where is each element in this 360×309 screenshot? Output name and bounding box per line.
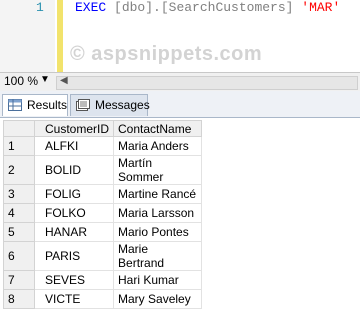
row-number[interactable]: 1	[3, 136, 35, 156]
cell-contactname[interactable]: Mary Saveley	[113, 289, 203, 309]
line-number-gutter: 1	[0, 0, 55, 72]
row-number[interactable]: 8	[3, 289, 35, 309]
table-row[interactable]: 7 SEVES Hari Kumar	[3, 270, 203, 290]
zoom-dropdown-icon[interactable]: ▼	[40, 74, 50, 85]
cell-contactname[interactable]: Maria Anders	[113, 136, 203, 156]
zoom-level[interactable]: 100 %	[4, 74, 38, 88]
column-header-contactname[interactable]: ContactName	[113, 120, 203, 137]
cell-contactname[interactable]: Hari Kumar	[113, 270, 203, 290]
table-row[interactable]: 5 HANAR Mario Pontes	[3, 222, 203, 242]
cell-contactname[interactable]: Martín Sommer	[113, 155, 203, 185]
cell-customerid[interactable]: VICTE	[33, 289, 115, 309]
table-row[interactable]: 4 FOLKO Maria Larsson	[3, 203, 203, 223]
editor-status-bar: 100 % ▼ ◀	[0, 72, 360, 92]
change-marker	[57, 0, 63, 72]
results-grid[interactable]: CustomerID ContactName 1 ALFKI Maria And…	[0, 118, 360, 309]
watermark: © aspsnippets.com	[70, 43, 263, 65]
cell-customerid[interactable]: PARIS	[33, 241, 115, 271]
cell-contactname[interactable]: Maria Larsson	[113, 203, 203, 223]
horizontal-scrollbar[interactable]: ◀	[56, 75, 358, 90]
cell-customerid[interactable]: ALFKI	[33, 136, 115, 156]
grid-icon	[8, 99, 22, 111]
cell-customerid[interactable]: SEVES	[33, 270, 115, 290]
cell-contactname[interactable]: Mario Pontes	[113, 222, 203, 242]
code-string: 'MAR'	[301, 0, 341, 15]
table-row[interactable]: 2 BOLID Martín Sommer	[3, 155, 203, 185]
cell-customerid[interactable]: HANAR	[33, 222, 115, 242]
results-table: CustomerID ContactName 1 ALFKI Maria And…	[3, 120, 203, 309]
messages-icon	[76, 99, 90, 111]
line-number: 1	[36, 0, 44, 15]
table-row[interactable]: 1 ALFKI Maria Anders	[3, 136, 203, 156]
row-number[interactable]: 5	[3, 222, 35, 242]
tab-messages-label: Messages	[95, 98, 150, 112]
results-tabs: Results Messages	[0, 91, 360, 118]
cell-contactname[interactable]: Marie Bertrand	[113, 241, 203, 271]
row-number[interactable]: 6	[3, 241, 35, 271]
table-row[interactable]: 6 PARIS Marie Bertrand	[3, 241, 203, 271]
cell-customerid[interactable]: FOLKO	[33, 203, 115, 223]
row-number[interactable]: 2	[3, 155, 35, 185]
cell-contactname[interactable]: Martine Rancé	[113, 184, 203, 204]
cell-customerid[interactable]: FOLIG	[33, 184, 115, 204]
column-header-customerid[interactable]: CustomerID	[33, 120, 115, 137]
code-line[interactable]: EXEC [dbo].[SearchCustomers] 'MAR'	[75, 0, 340, 15]
tab-results[interactable]: Results	[2, 94, 68, 116]
scroll-left-icon[interactable]: ◀	[60, 75, 68, 86]
code-keyword: EXEC	[75, 0, 107, 15]
row-number-header[interactable]	[3, 120, 35, 137]
row-number[interactable]: 4	[3, 203, 35, 223]
cell-customerid[interactable]: BOLID	[33, 155, 115, 185]
table-header-row: CustomerID ContactName	[3, 120, 203, 137]
row-number[interactable]: 3	[3, 184, 35, 204]
tab-messages[interactable]: Messages	[70, 94, 150, 116]
code-object: [dbo].[SearchCustomers]	[114, 0, 294, 15]
query-editor[interactable]: 1 EXEC [dbo].[SearchCustomers] 'MAR' © a…	[0, 0, 360, 72]
table-row[interactable]: 3 FOLIG Martine Rancé	[3, 184, 203, 204]
table-row[interactable]: 8 VICTE Mary Saveley	[3, 289, 203, 309]
row-number[interactable]: 7	[3, 270, 35, 290]
tab-results-label: Results	[27, 98, 68, 112]
